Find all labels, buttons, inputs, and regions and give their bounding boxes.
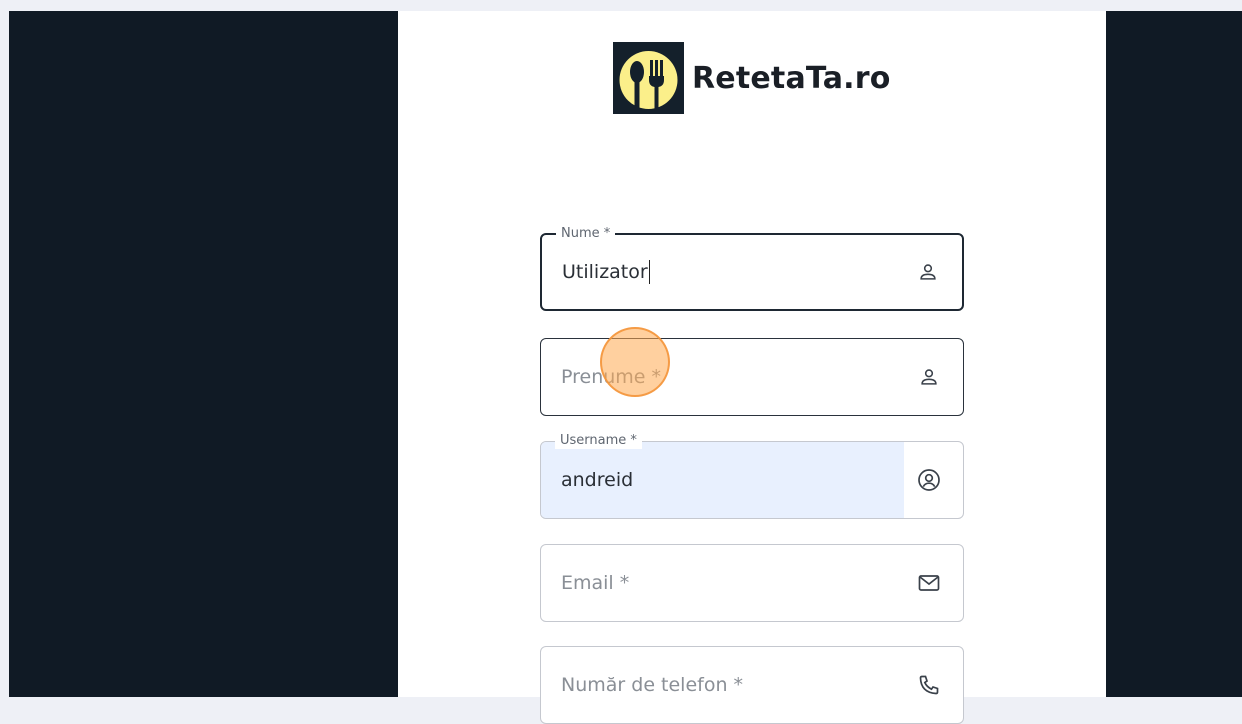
spoon-fork-icon xyxy=(613,42,684,114)
email-field[interactable]: Email * xyxy=(540,544,964,622)
mail-icon xyxy=(917,571,941,595)
username-value: andreid xyxy=(561,469,634,491)
phone-icon xyxy=(917,673,941,697)
phone-field[interactable]: Număr de telefon * xyxy=(540,646,964,724)
person-icon xyxy=(917,365,941,389)
click-indicator xyxy=(600,327,670,397)
phone-placeholder: Număr de telefon * xyxy=(561,674,744,696)
person-icon xyxy=(916,260,940,284)
brand-name: RetetaTa.ro xyxy=(692,60,891,96)
email-placeholder: Email * xyxy=(561,572,630,594)
username-field[interactable]: Username * andreid xyxy=(540,433,964,519)
first-name-field[interactable]: Nume * Utilizator xyxy=(540,226,964,311)
account-circle-icon xyxy=(917,468,941,492)
first-name-value: Utilizator xyxy=(562,261,648,283)
text-caret xyxy=(648,260,650,284)
brand-logo[interactable]: RetetaTa.ro xyxy=(613,42,891,114)
